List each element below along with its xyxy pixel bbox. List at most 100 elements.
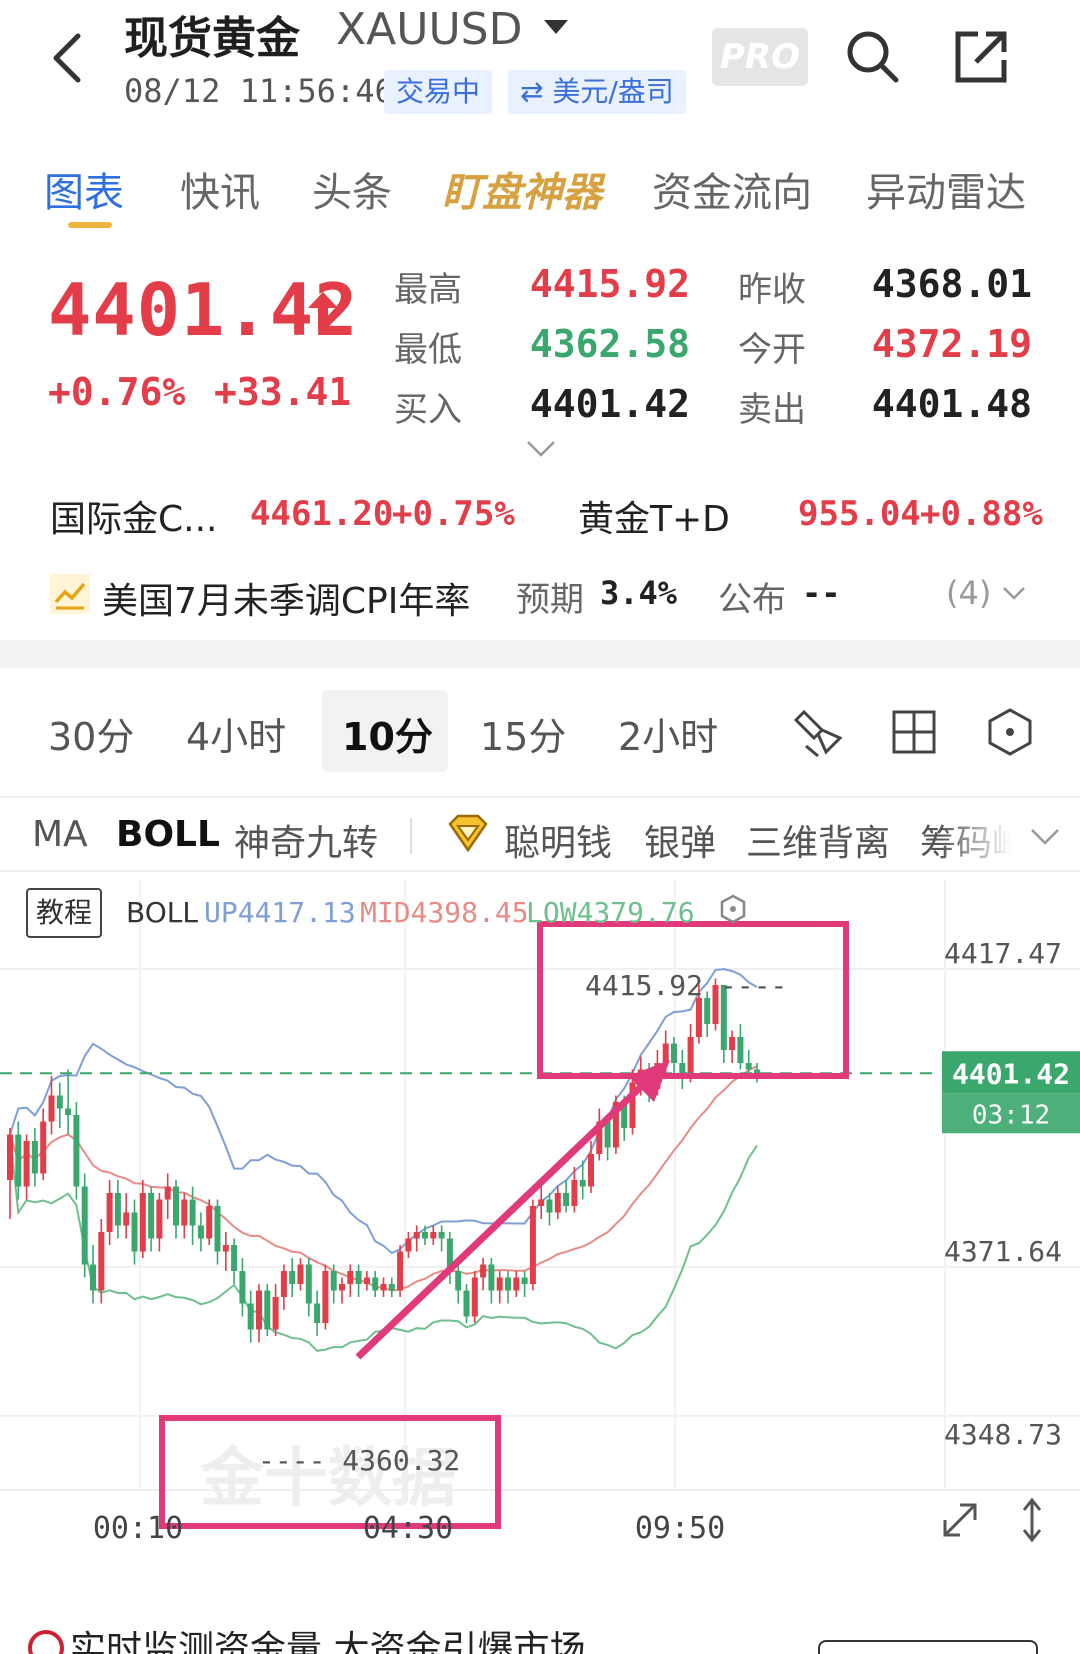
indicator-smart-money[interactable]: 聪明钱: [504, 814, 612, 866]
event-published-label: 公布: [718, 580, 786, 620]
candle-body: [737, 1037, 744, 1063]
candle-body: [56, 1095, 63, 1109]
candle-body: [671, 1043, 677, 1063]
period-4hour[interactable]: 4小时: [186, 706, 286, 761]
pro-button[interactable]: PRO: [712, 28, 808, 86]
event-title[interactable]: 美国7月未季调CPI年率: [102, 572, 470, 624]
boll-legend-up: UP4417.13: [204, 896, 356, 929]
candle-body: [330, 1271, 337, 1291]
indicator-3d-divergence[interactable]: 三维背离: [746, 814, 890, 866]
candle-body: [65, 1108, 72, 1115]
candle-body: [322, 1271, 329, 1323]
tab-fund-flow[interactable]: 资金流向: [652, 160, 812, 218]
share-button[interactable]: [950, 26, 1012, 88]
candle-body: [538, 1199, 545, 1206]
candle-body: [131, 1212, 138, 1252]
stat-value-open: 4372.19: [871, 322, 1032, 366]
boll-mid-line: [9, 1065, 758, 1292]
related-name-comex[interactable]: 国际金C...: [50, 490, 217, 542]
page-title: 现货黄金: [124, 13, 300, 64]
stat-value-prev-close: 4368.01: [871, 262, 1032, 306]
candle-body: [422, 1232, 428, 1239]
candle-body: [272, 1297, 279, 1330]
candle-body: [521, 1277, 528, 1284]
stat-label-high: 最高: [394, 270, 462, 310]
gear-icon[interactable]: [718, 894, 748, 924]
boll-legend-low: LOW4379.76: [526, 896, 695, 929]
candle-body: [7, 1134, 13, 1180]
indicator-silver-bullet[interactable]: 银弹: [644, 814, 716, 866]
vertical-fit-icon: [1022, 1497, 1042, 1543]
related-name-td[interactable]: 黄金T+D: [578, 490, 730, 542]
stat-value-ask: 4401.48: [871, 382, 1032, 426]
tab-headlines[interactable]: 头条: [312, 160, 392, 218]
draw-tool-icon[interactable]: [792, 706, 844, 758]
stat-value-bid: 4401.42: [529, 382, 690, 426]
candle-body: [48, 1095, 55, 1122]
high-annotation: 4415.92 ----: [585, 969, 787, 1002]
event-expected-label: 预期: [516, 580, 584, 620]
trading-status-badge: 交易中: [384, 70, 493, 114]
candle-body: [438, 1232, 445, 1239]
indicator-boll[interactable]: BOLL: [116, 814, 220, 855]
tab-anomaly-radar[interactable]: 异动雷达: [866, 160, 1026, 218]
change-percent: +0.76%: [48, 370, 186, 414]
countdown-tag: 03:12: [972, 1100, 1050, 1130]
period-2hour[interactable]: 2小时: [618, 706, 718, 761]
candlestick-chart[interactable]: 金十数据 4415.92 -------- 4360.32 4417.47437…: [0, 880, 1080, 1560]
candle-body: [256, 1290, 262, 1330]
search-button[interactable]: [842, 26, 904, 88]
candle-body: [139, 1193, 146, 1252]
candle-body: [529, 1206, 536, 1284]
candle-body: [662, 1043, 669, 1063]
chevron-down-icon[interactable]: [526, 440, 556, 458]
period-15min[interactable]: 15分: [480, 706, 566, 761]
tab-chart[interactable]: 图表: [44, 160, 124, 218]
layout-grid-icon[interactable]: [888, 706, 940, 758]
current-price-tag: 4401.42: [952, 1057, 1070, 1090]
symbol-selector[interactable]: XAUUSD: [336, 4, 522, 55]
divider: [0, 796, 1080, 798]
currency-unit-toggle[interactable]: ⇄ 美元/盎司: [508, 70, 686, 114]
promo-banner-button[interactable]: [818, 1640, 1038, 1654]
candle-body: [31, 1141, 38, 1174]
candle-body: [23, 1141, 30, 1187]
period-30min[interactable]: 30分: [48, 706, 134, 761]
caret-down-icon[interactable]: [544, 20, 568, 34]
candle-body: [405, 1238, 412, 1252]
chevron-down-icon[interactable]: [1030, 828, 1060, 846]
tab-watch-tool[interactable]: 盯盘神器: [442, 160, 602, 218]
active-tab-indicator: [68, 222, 112, 228]
tab-flash-news[interactable]: 快讯: [180, 160, 260, 218]
settings-hexagon-icon[interactable]: [984, 706, 1036, 758]
candle-body: [554, 1193, 561, 1213]
divider: [410, 818, 412, 854]
candle-body: [73, 1115, 80, 1187]
candle-body: [745, 1063, 752, 1070]
candle-body: [280, 1271, 287, 1297]
candle-body: [222, 1245, 229, 1252]
event-published-value: --: [802, 574, 841, 612]
event-count[interactable]: (4): [946, 574, 991, 612]
chevron-down-icon[interactable]: [1002, 586, 1026, 602]
period-10min[interactable]: 10分: [342, 706, 433, 761]
indicator-magic-nine[interactable]: 神奇九转: [234, 814, 378, 866]
x-axis-tick-label: 04:30: [363, 1511, 453, 1546]
candle-body: [579, 1180, 586, 1187]
candle-body: [164, 1186, 171, 1200]
stat-value-low: 4362.58: [529, 322, 690, 366]
promo-banner-text[interactable]: 实时监测资金量 大资金引爆市场: [70, 1620, 585, 1654]
candle-body: [81, 1186, 88, 1265]
x-axis-tick-label: 00:10: [93, 1511, 183, 1546]
chevron-left-icon: [53, 33, 81, 83]
candle-body: [15, 1134, 22, 1187]
candle-body: [173, 1186, 179, 1226]
candle-body: [588, 1154, 594, 1187]
section-divider: [0, 640, 1080, 668]
tutorial-button[interactable]: 教程: [26, 888, 102, 938]
back-button[interactable]: [48, 28, 88, 88]
candle-body: [181, 1199, 188, 1226]
candle-body: [206, 1206, 213, 1239]
indicator-ma[interactable]: MA: [32, 814, 88, 855]
candle-body: [496, 1277, 503, 1291]
